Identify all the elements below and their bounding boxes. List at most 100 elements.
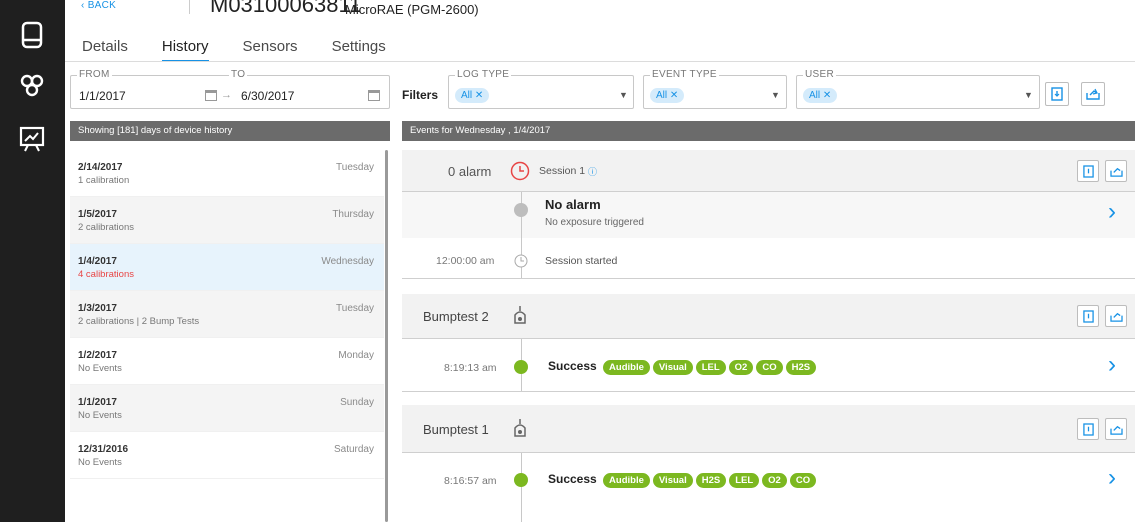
day-date: 1/3/2017 — [78, 303, 117, 314]
day-note: No Events — [78, 457, 122, 468]
share-icon — [1086, 88, 1100, 100]
day-note: No Events — [78, 363, 122, 374]
date-range-field[interactable]: FROM TO 1/1/2017 → 6/30/2017 — [70, 69, 390, 109]
log-type-select[interactable]: LOG TYPE All ✕ ▼ — [448, 69, 634, 109]
chevron-right-icon[interactable]: › — [1108, 464, 1116, 492]
bumptest-header: Bumptest 2 — [402, 294, 1135, 339]
day-weekday: Wednesday — [321, 256, 374, 267]
sensor-tag: Visual — [652, 473, 693, 488]
bumptest-title: Bumptest 2 — [423, 309, 489, 324]
sensor-tag: Audible — [603, 360, 650, 375]
event-label: Session started — [545, 255, 618, 267]
header-divider — [189, 0, 190, 14]
to-date-value[interactable]: 6/30/2017 — [241, 89, 294, 103]
export-pdf-button[interactable] — [1077, 305, 1099, 327]
chevron-right-icon[interactable]: › — [1108, 351, 1116, 379]
history-scrollbar[interactable] — [385, 150, 388, 522]
day-row-selected[interactable]: 1/4/2017 4 calibrations Wednesday — [70, 244, 384, 291]
user-chip[interactable]: All ✕ — [803, 88, 838, 103]
timeline-line — [521, 453, 522, 522]
info-icon[interactable]: ⓘ — [588, 165, 597, 178]
from-calendar-icon[interactable] — [205, 90, 217, 101]
sensor-tag: CO — [789, 473, 817, 488]
bumptest-title: Bumptest 1 — [423, 422, 489, 437]
log-type-chip[interactable]: All ✕ — [455, 88, 490, 103]
device-icon[interactable] — [17, 20, 47, 50]
day-row[interactable]: 12/31/2016 No Events Saturday — [70, 432, 384, 479]
header-divider-line — [65, 61, 1135, 62]
day-date: 1/1/2017 — [78, 397, 117, 408]
bumptest-result[interactable]: Success Audible Visual H2S LEL O2 CO — [548, 472, 817, 488]
event-time: 12:00:00 am — [436, 255, 495, 267]
nav-rail — [0, 0, 65, 522]
event-time: 8:19:13 am — [444, 362, 497, 374]
event-time: 8:16:57 am — [444, 475, 497, 487]
chevron-down-icon[interactable]: ▼ — [619, 90, 628, 100]
sensor-tag: O2 — [762, 473, 787, 488]
event-type-label: EVENT TYPE — [650, 69, 719, 80]
chevron-right-icon[interactable]: › — [1108, 198, 1116, 226]
user-select[interactable]: USER All ✕ ▼ — [796, 69, 1040, 109]
session-label: Session 1 — [539, 165, 586, 177]
clock-icon — [514, 254, 528, 268]
sensor-tag: LEL — [695, 360, 726, 375]
history-summary-bar: Showing [181] days of device history — [70, 121, 390, 141]
to-label: TO — [229, 69, 248, 80]
from-date-value[interactable]: 1/1/2017 — [79, 89, 126, 103]
export-pdf-button[interactable] — [1077, 418, 1099, 440]
alarm-count: 0 alarm — [448, 164, 492, 179]
sensor-tag: H2S — [695, 473, 727, 488]
day-row[interactable]: 1/1/2017 No Events Sunday — [70, 385, 384, 432]
sensor-tag: O2 — [728, 360, 754, 375]
day-weekday: Thursday — [332, 209, 374, 220]
tab-sensors[interactable]: Sensors — [243, 38, 298, 62]
share-button[interactable] — [1081, 82, 1105, 106]
bumptest-result[interactable]: Success Audible Visual LEL O2 CO H2S — [548, 359, 817, 375]
share-icon — [1109, 167, 1123, 177]
no-alarm-row[interactable] — [402, 192, 1135, 238]
chevron-down-icon[interactable]: ▼ — [1024, 90, 1033, 100]
users-icon[interactable] — [17, 71, 47, 101]
tab-details[interactable]: Details — [82, 38, 128, 62]
device-model: MicroRAE (PGM-2600) — [345, 2, 479, 17]
day-row[interactable]: 2/14/2017 1 calibration Tuesday — [70, 150, 384, 197]
to-calendar-icon[interactable] — [368, 90, 380, 101]
event-type-chip[interactable]: All ✕ — [650, 88, 685, 103]
divider — [402, 278, 1135, 279]
document-icon — [1082, 164, 1094, 178]
bumptest-icon — [514, 306, 526, 324]
sensor-tag: Audible — [603, 473, 650, 488]
day-weekday: Sunday — [340, 397, 374, 408]
tab-history[interactable]: History — [161, 38, 209, 62]
document-icon — [1082, 422, 1094, 436]
event-title: No alarm — [545, 197, 601, 212]
day-row[interactable]: 1/2/2017 No Events Monday — [70, 338, 384, 385]
share-button[interactable] — [1105, 418, 1127, 440]
range-arrow-icon: → — [221, 89, 232, 101]
device-id: M03100063811 — [210, 0, 362, 17]
share-button[interactable] — [1105, 160, 1127, 182]
document-icon — [1051, 87, 1063, 101]
export-pdf-button[interactable] — [1077, 160, 1099, 182]
day-row[interactable]: 1/3/2017 2 calibrations | 2 Bump Tests T… — [70, 291, 384, 338]
share-button[interactable] — [1105, 305, 1127, 327]
export-pdf-button[interactable] — [1045, 82, 1069, 106]
sensor-tag: CO — [756, 360, 783, 375]
back-link[interactable]: ‹ BACK — [81, 0, 116, 11]
share-icon — [1109, 312, 1123, 322]
day-note: 4 calibrations — [78, 269, 134, 280]
page-header: ‹ BACK M03100063811 MicroRAE (PGM-2600) … — [65, 0, 1135, 62]
tab-settings[interactable]: Settings — [332, 38, 386, 62]
success-dot — [514, 473, 528, 487]
clock-icon — [510, 161, 530, 181]
day-note: 2 calibrations — [78, 222, 134, 233]
chevron-down-icon[interactable]: ▼ — [771, 90, 780, 100]
day-date: 1/4/2017 — [78, 256, 117, 267]
day-weekday: Monday — [338, 350, 374, 361]
event-type-select[interactable]: EVENT TYPE All ✕ ▼ — [643, 69, 787, 109]
reports-icon[interactable] — [17, 124, 47, 154]
day-row[interactable]: 1/5/2017 2 calibrations Thursday — [70, 197, 384, 244]
day-note: No Events — [78, 410, 122, 421]
sensor-tag: Visual — [652, 360, 693, 375]
divider — [402, 391, 1135, 392]
